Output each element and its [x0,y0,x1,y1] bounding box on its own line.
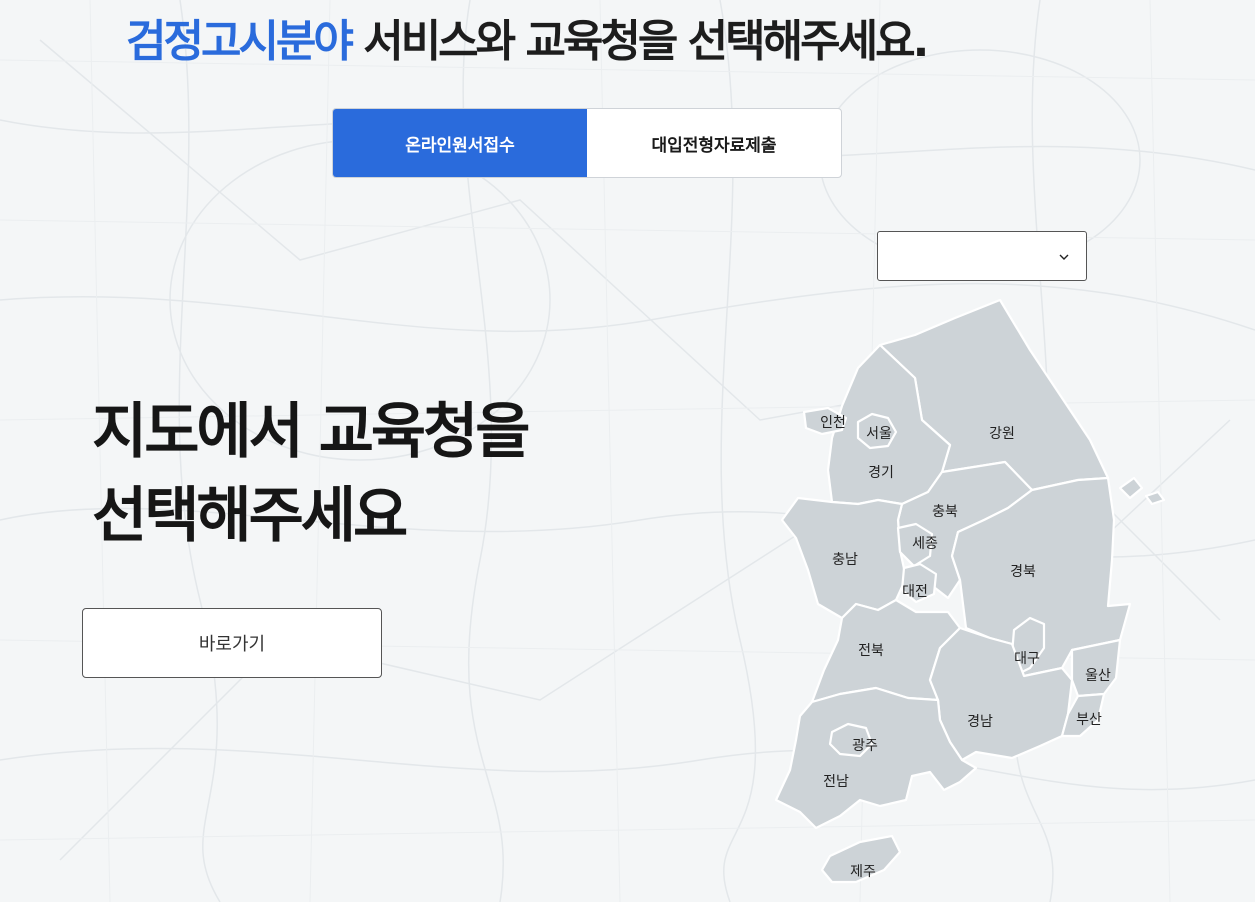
label-chungnam: 충남 [832,552,858,568]
map-title-line1: 지도에서 교육청을 [92,397,530,467]
service-tabs: 온라인원서접수 대입전형자료제출 [332,108,842,178]
label-gyeonggi: 경기 [868,465,894,481]
headline-rest: 서비스와 교육청을 선택해주세요. [350,16,929,67]
label-ulsan: 울산 [1085,668,1111,684]
office-select-dropdown[interactable] [877,231,1087,281]
label-incheon: 인천 [820,415,846,431]
label-busan: 부산 [1076,712,1102,728]
label-gwangju: 광주 [852,738,878,754]
tab-online-application[interactable]: 온라인원서접수 [333,109,587,177]
label-jeonbuk: 전북 [858,643,884,659]
label-jeonnam: 전남 [823,774,849,790]
korea-region-map: 인천 서울 경기 강원 충북 세종 충남 대전 경북 전북 대구 울산 경남 부… [774,298,1166,884]
label-daejeon: 대전 [902,584,928,600]
page-headline: 검정고시분야 서비스와 교육청을 선택해주세요. [126,14,929,70]
headline-accent: 검정고시분야 [126,16,354,67]
region-islet-ulleung [1118,476,1144,500]
tab-admission-data-submission[interactable]: 대입전형자료제출 [587,109,841,177]
label-sejong: 세종 [912,536,938,552]
map-instruction-title: 지도에서 교육청을 선택해주세요 [92,390,530,558]
label-daegu: 대구 [1014,651,1040,667]
label-seoul: 서울 [866,426,892,442]
label-gangwon: 강원 [989,426,1015,442]
region-islet-dokdo [1144,490,1166,506]
label-gyeongnam: 경남 [967,714,993,730]
goto-button[interactable]: 바로가기 [82,608,382,678]
chevron-down-icon [1059,254,1069,260]
label-gyeongbuk: 경북 [1010,564,1036,580]
label-chungbuk: 충북 [932,504,958,520]
label-jeju: 제주 [850,864,876,880]
map-title-line2: 선택해주세요 [92,481,408,551]
